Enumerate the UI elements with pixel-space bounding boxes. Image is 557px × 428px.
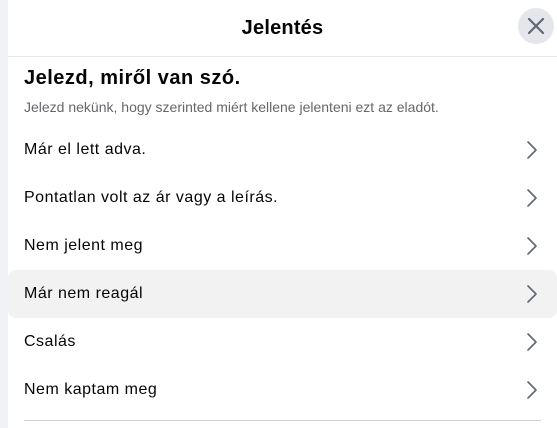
section-heading: Jelezd, miről van szó. — [24, 67, 241, 89]
option-scam[interactable]: Csalás — [8, 318, 557, 366]
option-unresponsive[interactable]: Már nem reagál — [8, 270, 557, 318]
close-icon — [527, 17, 545, 35]
option-label: Nem kaptam meg — [24, 381, 158, 398]
section-subheading: Jelezd nekünk, hogy szerinted miért kell… — [24, 99, 439, 115]
option-label: Már nem reagál — [24, 285, 144, 302]
dialog-title: Jelentés — [241, 16, 324, 39]
option-label: Már el lett adva. — [24, 141, 147, 158]
option-label: Pontatlan volt az ár vagy a leírás. — [24, 189, 279, 206]
dialog-header: Jelentés — [8, 0, 557, 57]
close-button[interactable] — [518, 8, 554, 44]
bottom-divider — [24, 420, 541, 421]
chevron-right-icon — [527, 237, 537, 255]
chevron-right-icon — [527, 333, 537, 351]
report-options-list: Már el lett adva. Pontatlan volt az ár v… — [8, 126, 557, 414]
option-inaccurate-price[interactable]: Pontatlan volt az ár vagy a leírás. — [8, 174, 557, 222]
chevron-right-icon — [527, 141, 537, 159]
option-not-received[interactable]: Nem kaptam meg — [8, 366, 557, 414]
chevron-right-icon — [527, 189, 537, 207]
option-sold[interactable]: Már el lett adva. — [8, 126, 557, 174]
report-dialog: Jelentés Jelezd, miről van szó. Jelezd n… — [8, 0, 557, 428]
option-label: Nem jelent meg — [24, 237, 144, 254]
option-no-show[interactable]: Nem jelent meg — [8, 222, 557, 270]
option-label: Csalás — [24, 333, 76, 350]
chevron-right-icon — [527, 381, 537, 399]
chevron-right-icon — [527, 285, 537, 303]
